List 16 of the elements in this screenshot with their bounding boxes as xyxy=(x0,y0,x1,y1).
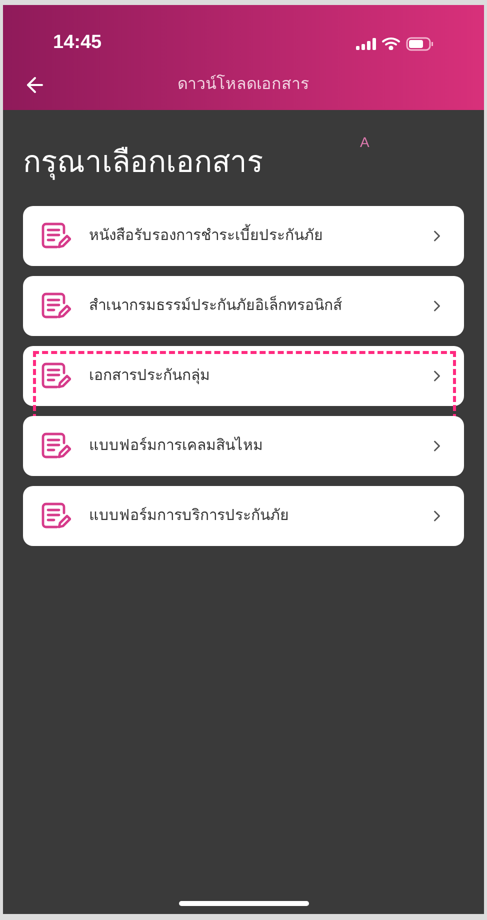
wifi-icon xyxy=(382,37,400,50)
signal-icon xyxy=(356,38,376,50)
document-edit-icon xyxy=(41,362,71,390)
document-list-item[interactable]: หนังสือรับรองการชำระเบี้ยประกันภัย xyxy=(23,206,464,266)
nav-title: ดาวน์โหลดเอกสาร xyxy=(178,74,310,95)
document-list-item[interactable]: สำเนากรมธรรม์ประกันภัยอิเล็กทรอนิกส์ xyxy=(23,276,464,336)
marker-letter: A xyxy=(360,133,370,152)
document-edit-icon xyxy=(41,502,71,530)
status-time: 14:45 xyxy=(53,31,102,56)
document-edit-icon xyxy=(41,292,71,320)
document-edit-icon xyxy=(41,432,71,460)
document-list-item[interactable]: เอกสารประกันกลุ่ม xyxy=(23,346,464,406)
document-list-item[interactable]: แบบฟอร์มการบริการประกันภัย xyxy=(23,486,464,546)
document-edit-icon xyxy=(41,222,71,250)
battery-icon xyxy=(406,36,434,50)
document-list-item[interactable]: แบบฟอร์มการเคลมสินไหม xyxy=(23,416,464,476)
